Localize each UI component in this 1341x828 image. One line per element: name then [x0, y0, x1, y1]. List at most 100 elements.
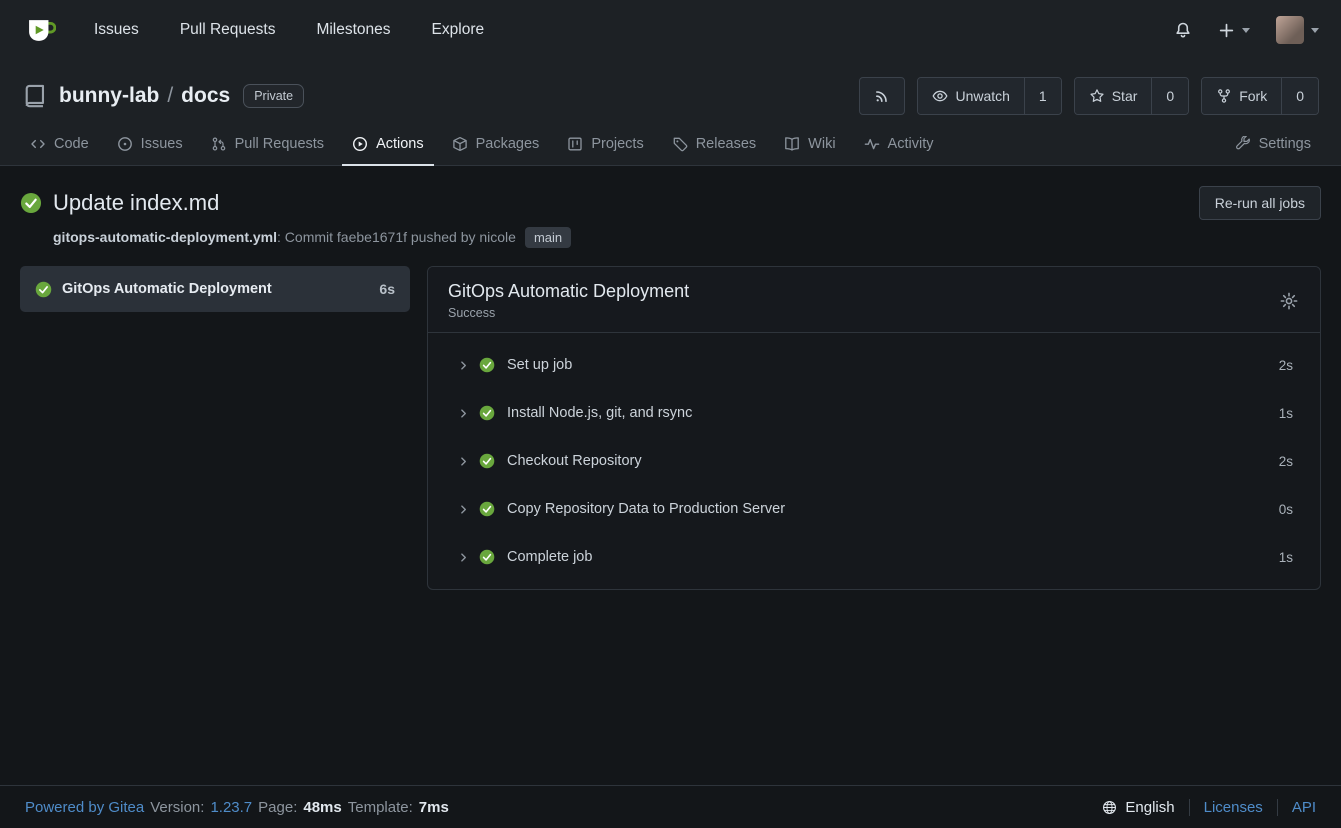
tab-label: Actions: [376, 136, 424, 152]
fork-label: Fork: [1239, 88, 1267, 104]
git-fork-icon: [1216, 88, 1232, 104]
step-row-checkout-repository[interactable]: Checkout Repository 2s: [428, 437, 1320, 485]
create-new-button[interactable]: [1218, 22, 1250, 39]
tab-activity[interactable]: Activity: [854, 123, 944, 165]
star-button[interactable]: Star: [1075, 78, 1152, 114]
step-row-complete-job[interactable]: Complete job 1s: [428, 533, 1320, 581]
licenses-link[interactable]: Licenses: [1189, 799, 1277, 816]
branch-badge[interactable]: main: [525, 227, 571, 248]
unwatch-button[interactable]: Unwatch: [918, 78, 1023, 114]
plus-icon: [1218, 22, 1235, 39]
tab-settings[interactable]: Settings: [1225, 123, 1321, 165]
job-item-selected[interactable]: GitOps Automatic Deployment 6s: [20, 266, 410, 312]
fork-button[interactable]: Fork: [1202, 78, 1281, 114]
language-selector[interactable]: English: [1088, 799, 1188, 816]
repo-tabs: Code Issues Pull Requests Act: [0, 123, 1341, 166]
tab-releases[interactable]: Releases: [662, 123, 766, 165]
nav-item-explore[interactable]: Explore: [432, 21, 485, 39]
issue-circle-icon: [117, 136, 133, 152]
step-row-set-up-job[interactable]: Set up job 2s: [428, 341, 1320, 389]
footer-right: English Licenses API: [1088, 799, 1316, 816]
success-check-icon: [479, 453, 495, 469]
tools-icon: [1235, 136, 1251, 152]
run-title: Update index.md: [53, 190, 219, 216]
git-pull-request-icon: [211, 136, 227, 152]
package-icon: [452, 136, 468, 152]
language-label: English: [1125, 799, 1174, 816]
tab-issues[interactable]: Issues: [107, 123, 193, 165]
repo-name-link[interactable]: docs: [181, 84, 230, 108]
success-check-icon: [479, 549, 495, 565]
stars-count[interactable]: 0: [1151, 78, 1188, 114]
chevron-right-icon: [457, 407, 470, 420]
nav-item-milestones[interactable]: Milestones: [316, 21, 390, 39]
navbar-right-group: [1174, 16, 1319, 44]
step-duration: 0s: [1279, 502, 1293, 517]
tab-code[interactable]: Code: [20, 123, 99, 165]
powered-by-gitea-link[interactable]: Powered by Gitea: [25, 799, 144, 816]
nav-item-issues[interactable]: Issues: [94, 21, 139, 39]
run-subtitle: gitops-automatic-deployment.yml: Commit …: [53, 227, 1321, 248]
workflow-file-link[interactable]: gitops-automatic-deployment.yml: [53, 229, 277, 245]
chevron-right-icon: [457, 551, 470, 564]
job-options-button[interactable]: [1278, 290, 1300, 312]
step-row-install-deps[interactable]: Install Node.js, git, and rsync 1s: [428, 389, 1320, 437]
repo-title-row: bunny-lab / docs Private Unwatch 1: [0, 60, 1341, 123]
repo-action-buttons: Unwatch 1 Star 0: [859, 77, 1319, 115]
template-time-label: Template:: [348, 799, 413, 816]
gear-icon: [1280, 292, 1298, 310]
forks-count[interactable]: 0: [1281, 78, 1318, 114]
play-circle-icon: [352, 136, 368, 152]
watch-button-group: Unwatch 1: [917, 77, 1061, 115]
unwatch-label: Unwatch: [955, 88, 1009, 104]
tab-label: Issues: [141, 136, 183, 152]
step-name: Complete job: [507, 549, 1270, 565]
repo-owner-link[interactable]: bunny-lab: [59, 84, 159, 108]
nav-item-pull-requests[interactable]: Pull Requests: [180, 21, 276, 39]
job-card-header: GitOps Automatic Deployment Success: [428, 267, 1320, 333]
page-time-value: 48ms: [303, 799, 341, 816]
footer-left: Powered by Gitea Version: 1.23.7 Page: 48ms T…: [25, 799, 449, 816]
success-check-icon: [479, 357, 495, 373]
tab-pull-requests[interactable]: Pull Requests: [201, 123, 334, 165]
api-link[interactable]: API: [1277, 799, 1316, 816]
fork-button-group: Fork 0: [1201, 77, 1319, 115]
actions-run-page: Update index.md Re-run all jobs gitops-a…: [0, 166, 1341, 785]
user-menu-button[interactable]: [1276, 16, 1319, 44]
step-row-copy-repository-data[interactable]: Copy Repository Data to Production Serve…: [428, 485, 1320, 533]
notifications-button[interactable]: [1174, 21, 1192, 39]
project-board-icon: [567, 136, 583, 152]
page-time-label: Page:: [258, 799, 297, 816]
repo-path-separator: /: [167, 84, 173, 108]
watchers-count[interactable]: 1: [1024, 78, 1061, 114]
gitea-logo[interactable]: [22, 13, 56, 47]
chevron-down-icon: [1311, 28, 1319, 37]
gitea-cup-icon: [22, 13, 56, 47]
chevron-down-icon: [1242, 28, 1250, 37]
tab-label: Pull Requests: [235, 136, 324, 152]
tab-label: Packages: [476, 136, 540, 152]
avatar: [1276, 16, 1304, 44]
job-status-text: Success: [448, 306, 689, 320]
version-label: Version:: [150, 799, 204, 816]
tab-label: Code: [54, 136, 89, 152]
success-check-icon: [20, 192, 42, 214]
run-header: Update index.md Re-run all jobs: [20, 186, 1321, 220]
rerun-all-jobs-button[interactable]: Re-run all jobs: [1199, 186, 1321, 220]
code-icon: [30, 136, 46, 152]
commit-text: : Commit faebe1671f pushed by nicole: [277, 229, 516, 245]
step-duration: 1s: [1279, 550, 1293, 565]
success-check-icon: [479, 405, 495, 421]
step-list: Set up job 2s Install Node.js, git, and …: [428, 333, 1320, 589]
job-duration: 6s: [379, 281, 395, 297]
version-link[interactable]: 1.23.7: [210, 799, 252, 816]
tab-projects[interactable]: Projects: [557, 123, 653, 165]
tab-actions[interactable]: Actions: [342, 123, 434, 165]
bell-icon: [1174, 21, 1192, 39]
book-icon: [784, 136, 800, 152]
globe-icon: [1102, 800, 1117, 815]
tab-wiki[interactable]: Wiki: [774, 123, 845, 165]
rss-feed-button[interactable]: [859, 77, 905, 115]
top-navbar: Issues Pull Requests Milestones Explore: [0, 0, 1341, 60]
tab-packages[interactable]: Packages: [442, 123, 550, 165]
